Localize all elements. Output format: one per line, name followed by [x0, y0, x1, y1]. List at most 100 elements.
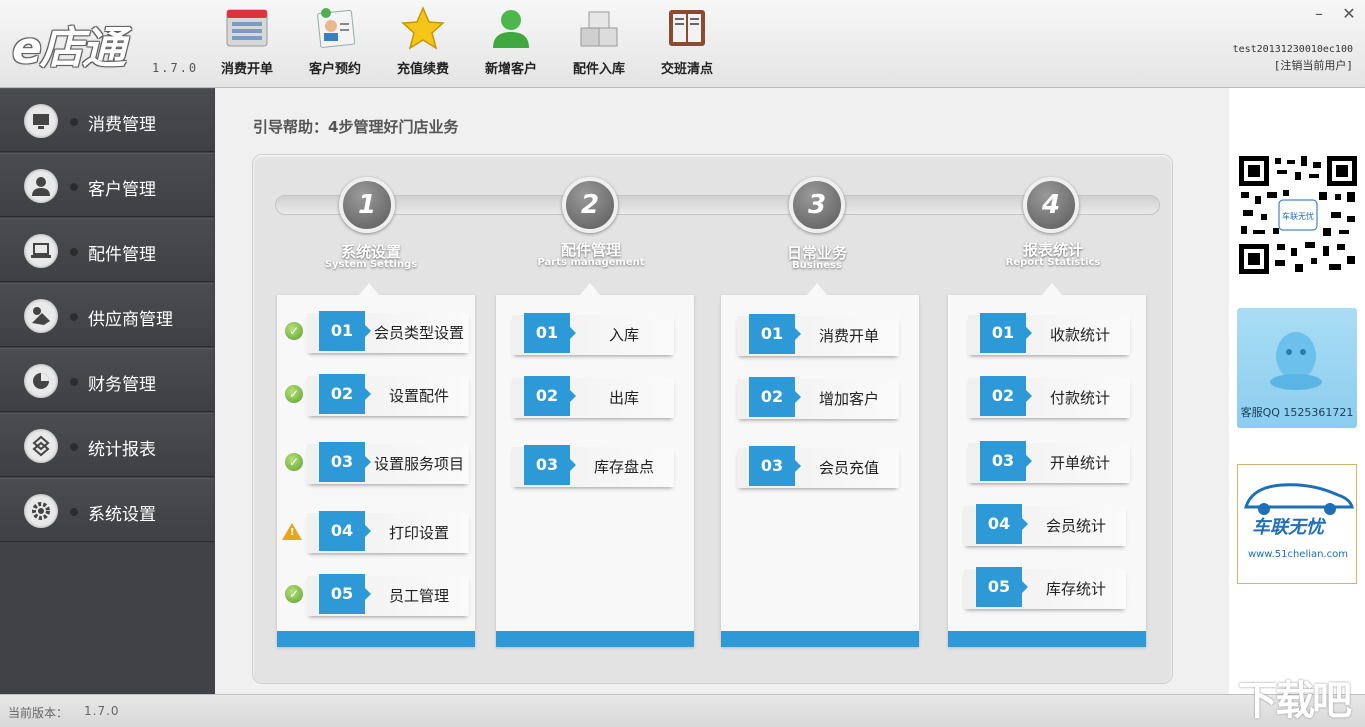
- toolbar-label: 充值续费: [396, 62, 449, 77]
- step-1-panel: ✓ 01 会员类型设置 ✓ 02 设置配件 ✓ 03 设置服务项目 ! 04 打印设置 …: [277, 283, 475, 647]
- step-4-row-orders[interactable]: 03 开单统计: [968, 441, 1130, 487]
- toolbar-label: 客户预约: [308, 62, 361, 77]
- toolbar-label: 新增客户: [484, 62, 537, 77]
- logo-version: 1.7.0: [152, 61, 199, 75]
- sidebar-item-customers[interactable]: 客户管理: [0, 153, 214, 217]
- sidebar-item-suppliers[interactable]: 供应商管理: [0, 283, 214, 347]
- user-info: test20131230010ec100 [注销当前用户]: [1233, 42, 1353, 74]
- top-toolbar: e店通 1.7.0 消费开单 客户预约 充值续费 新增客户 配件入库 交班清点 …: [0, 0, 1365, 88]
- step-4-subtitle: Report Statistics: [1005, 257, 1101, 268]
- document-list-icon: [225, 6, 269, 50]
- pie-chart-icon: [24, 364, 58, 398]
- star-icon: [401, 6, 445, 50]
- row-number: 03: [980, 441, 1032, 481]
- qr-badge-text: 车联无忧: [1282, 211, 1314, 221]
- gear-icon: [24, 494, 58, 528]
- right-panel: 车联无忧 客服QQ 1525361721 车联无忧 www.51chelian.…: [1229, 88, 1365, 694]
- ledger-icon: [665, 6, 709, 50]
- step-1-row-staff[interactable]: 05 员工管理: [307, 574, 469, 620]
- panel-pointer: [580, 283, 600, 295]
- toolbar-add-customer-button[interactable]: 新增客户: [476, 6, 546, 77]
- row-number: 03: [319, 442, 371, 482]
- step-2-row-stock-in[interactable]: 01 入库: [512, 313, 674, 359]
- status-version-label: 当前版本：: [8, 706, 69, 720]
- step-1-number: 1: [339, 177, 395, 233]
- row-label: 收款统计: [1049, 326, 1110, 344]
- toolbar-consume-order-button[interactable]: 消费开单: [212, 6, 282, 77]
- step-1-row-parts[interactable]: 02 设置配件: [307, 374, 469, 420]
- customer-service-qq[interactable]: 客服QQ 1525361721: [1237, 308, 1357, 428]
- logout-link[interactable]: [注销当前用户]: [1233, 58, 1353, 74]
- sidebar-item-parts[interactable]: 配件管理: [0, 218, 214, 282]
- sidebar-item-consumption[interactable]: 消费管理: [0, 88, 214, 152]
- toolbar-label: 配件入库: [572, 62, 625, 77]
- row-number: 01: [319, 311, 371, 351]
- step-2-row-stock-out[interactable]: 02 出库: [512, 376, 674, 422]
- row-number: 04: [976, 504, 1028, 544]
- toolbar-recharge-button[interactable]: 充值续费: [388, 6, 458, 77]
- row-number: 05: [319, 574, 371, 614]
- main-content: 引导帮助：4步管理好门店业务 1 系统设置 System Settings 2 …: [215, 88, 1229, 694]
- status-version-value: 1.7.0: [84, 704, 120, 718]
- guide-board: 1 系统设置 System Settings 2 配件管理 Parts mana…: [252, 154, 1173, 684]
- sidebar-dot: [70, 443, 78, 451]
- step-4-panel: 01 收款统计 02 付款统计 03 开单统计 04 会员统计 05 库存统计: [948, 283, 1146, 647]
- step-1-row-print[interactable]: 04 打印设置: [307, 511, 469, 557]
- row-label: 设置服务项目: [373, 455, 464, 473]
- step-3-subtitle: Business: [792, 260, 842, 271]
- add-user-icon: [489, 6, 533, 50]
- step-4-row-members[interactable]: 04 会员统计: [964, 504, 1126, 550]
- contact-card-icon: [313, 6, 357, 50]
- step-3-row-consume-order[interactable]: 01 消费开单: [737, 314, 899, 360]
- user-icon: [24, 169, 58, 203]
- row-label: 库存盘点: [593, 458, 654, 476]
- sidebar-item-finance[interactable]: 财务管理: [0, 348, 214, 412]
- step-2-number: 2: [562, 177, 618, 233]
- status-bar: 当前版本： 1.7.0: [0, 694, 1365, 727]
- toolbar-parts-in-button[interactable]: 配件入库: [564, 6, 634, 77]
- sidebar-item-settings[interactable]: 系统设置: [0, 478, 214, 542]
- step-2-row-inventory[interactable]: 03 库存盘点: [512, 445, 674, 491]
- chelian-ad-banner[interactable]: 车联无忧 www.51chelian.com: [1237, 464, 1357, 584]
- toolbar-appointment-button[interactable]: 客户预约: [300, 6, 370, 77]
- step-1-row-member-type[interactable]: 01 会员类型设置: [307, 311, 469, 357]
- sidebar-dot: [70, 248, 78, 256]
- step-4-row-receipts[interactable]: 01 收款统计: [968, 313, 1130, 359]
- step-2-panel: 01 入库 02 出库 03 库存盘点: [496, 283, 694, 647]
- toolbar-shift-check-button[interactable]: 交班清点: [652, 6, 722, 77]
- row-number: 01: [749, 314, 801, 354]
- step-3-panel: 01 消费开单 02 增加客户 03 会员充值: [721, 283, 919, 647]
- step-4-row-inventory[interactable]: 05 库存统计: [964, 567, 1126, 613]
- step-3-row-member-recharge[interactable]: 03 会员充值: [737, 446, 899, 492]
- row-label: 设置配件: [388, 387, 449, 405]
- row-label: 会员统计: [1045, 517, 1106, 535]
- qq-penguin-icon: [1267, 330, 1325, 392]
- report-icon: [24, 429, 58, 463]
- check-icon: ✓: [285, 585, 303, 603]
- check-icon: ✓: [285, 322, 303, 340]
- sidebar-item-reports[interactable]: 统计报表: [0, 413, 214, 477]
- step-1-row-services[interactable]: 03 设置服务项目: [307, 442, 469, 488]
- step-4-row-payments[interactable]: 02 付款统计: [968, 376, 1130, 422]
- row-label: 打印设置: [388, 524, 449, 542]
- row-label: 出库: [608, 389, 639, 407]
- sidebar-item-label: 客户管理: [88, 180, 156, 200]
- row-label: 员工管理: [388, 587, 449, 605]
- qq-text: 客服QQ 1525361721: [1240, 406, 1354, 419]
- row-number: 01: [980, 313, 1032, 353]
- close-button[interactable]: ✕: [1341, 4, 1357, 23]
- step-3-row-add-customer[interactable]: 02 增加客户: [737, 377, 899, 423]
- row-number: 03: [749, 446, 801, 486]
- qr-code-icon: 车联无忧: [1239, 156, 1357, 274]
- check-icon: ✓: [285, 453, 303, 471]
- row-label: 开单统计: [1049, 454, 1110, 472]
- sidebar-dot: [70, 508, 78, 516]
- step-3-number: 3: [789, 177, 845, 233]
- user-account: test20131230010ec100: [1232, 44, 1353, 55]
- step-4-number: 4: [1023, 177, 1079, 233]
- sidebar-item-label: 统计报表: [88, 440, 156, 460]
- row-number: 02: [524, 376, 576, 416]
- minimize-button[interactable]: –: [1311, 4, 1327, 23]
- supplier-icon: [24, 299, 58, 333]
- watermark: 下载吧: [1238, 678, 1352, 724]
